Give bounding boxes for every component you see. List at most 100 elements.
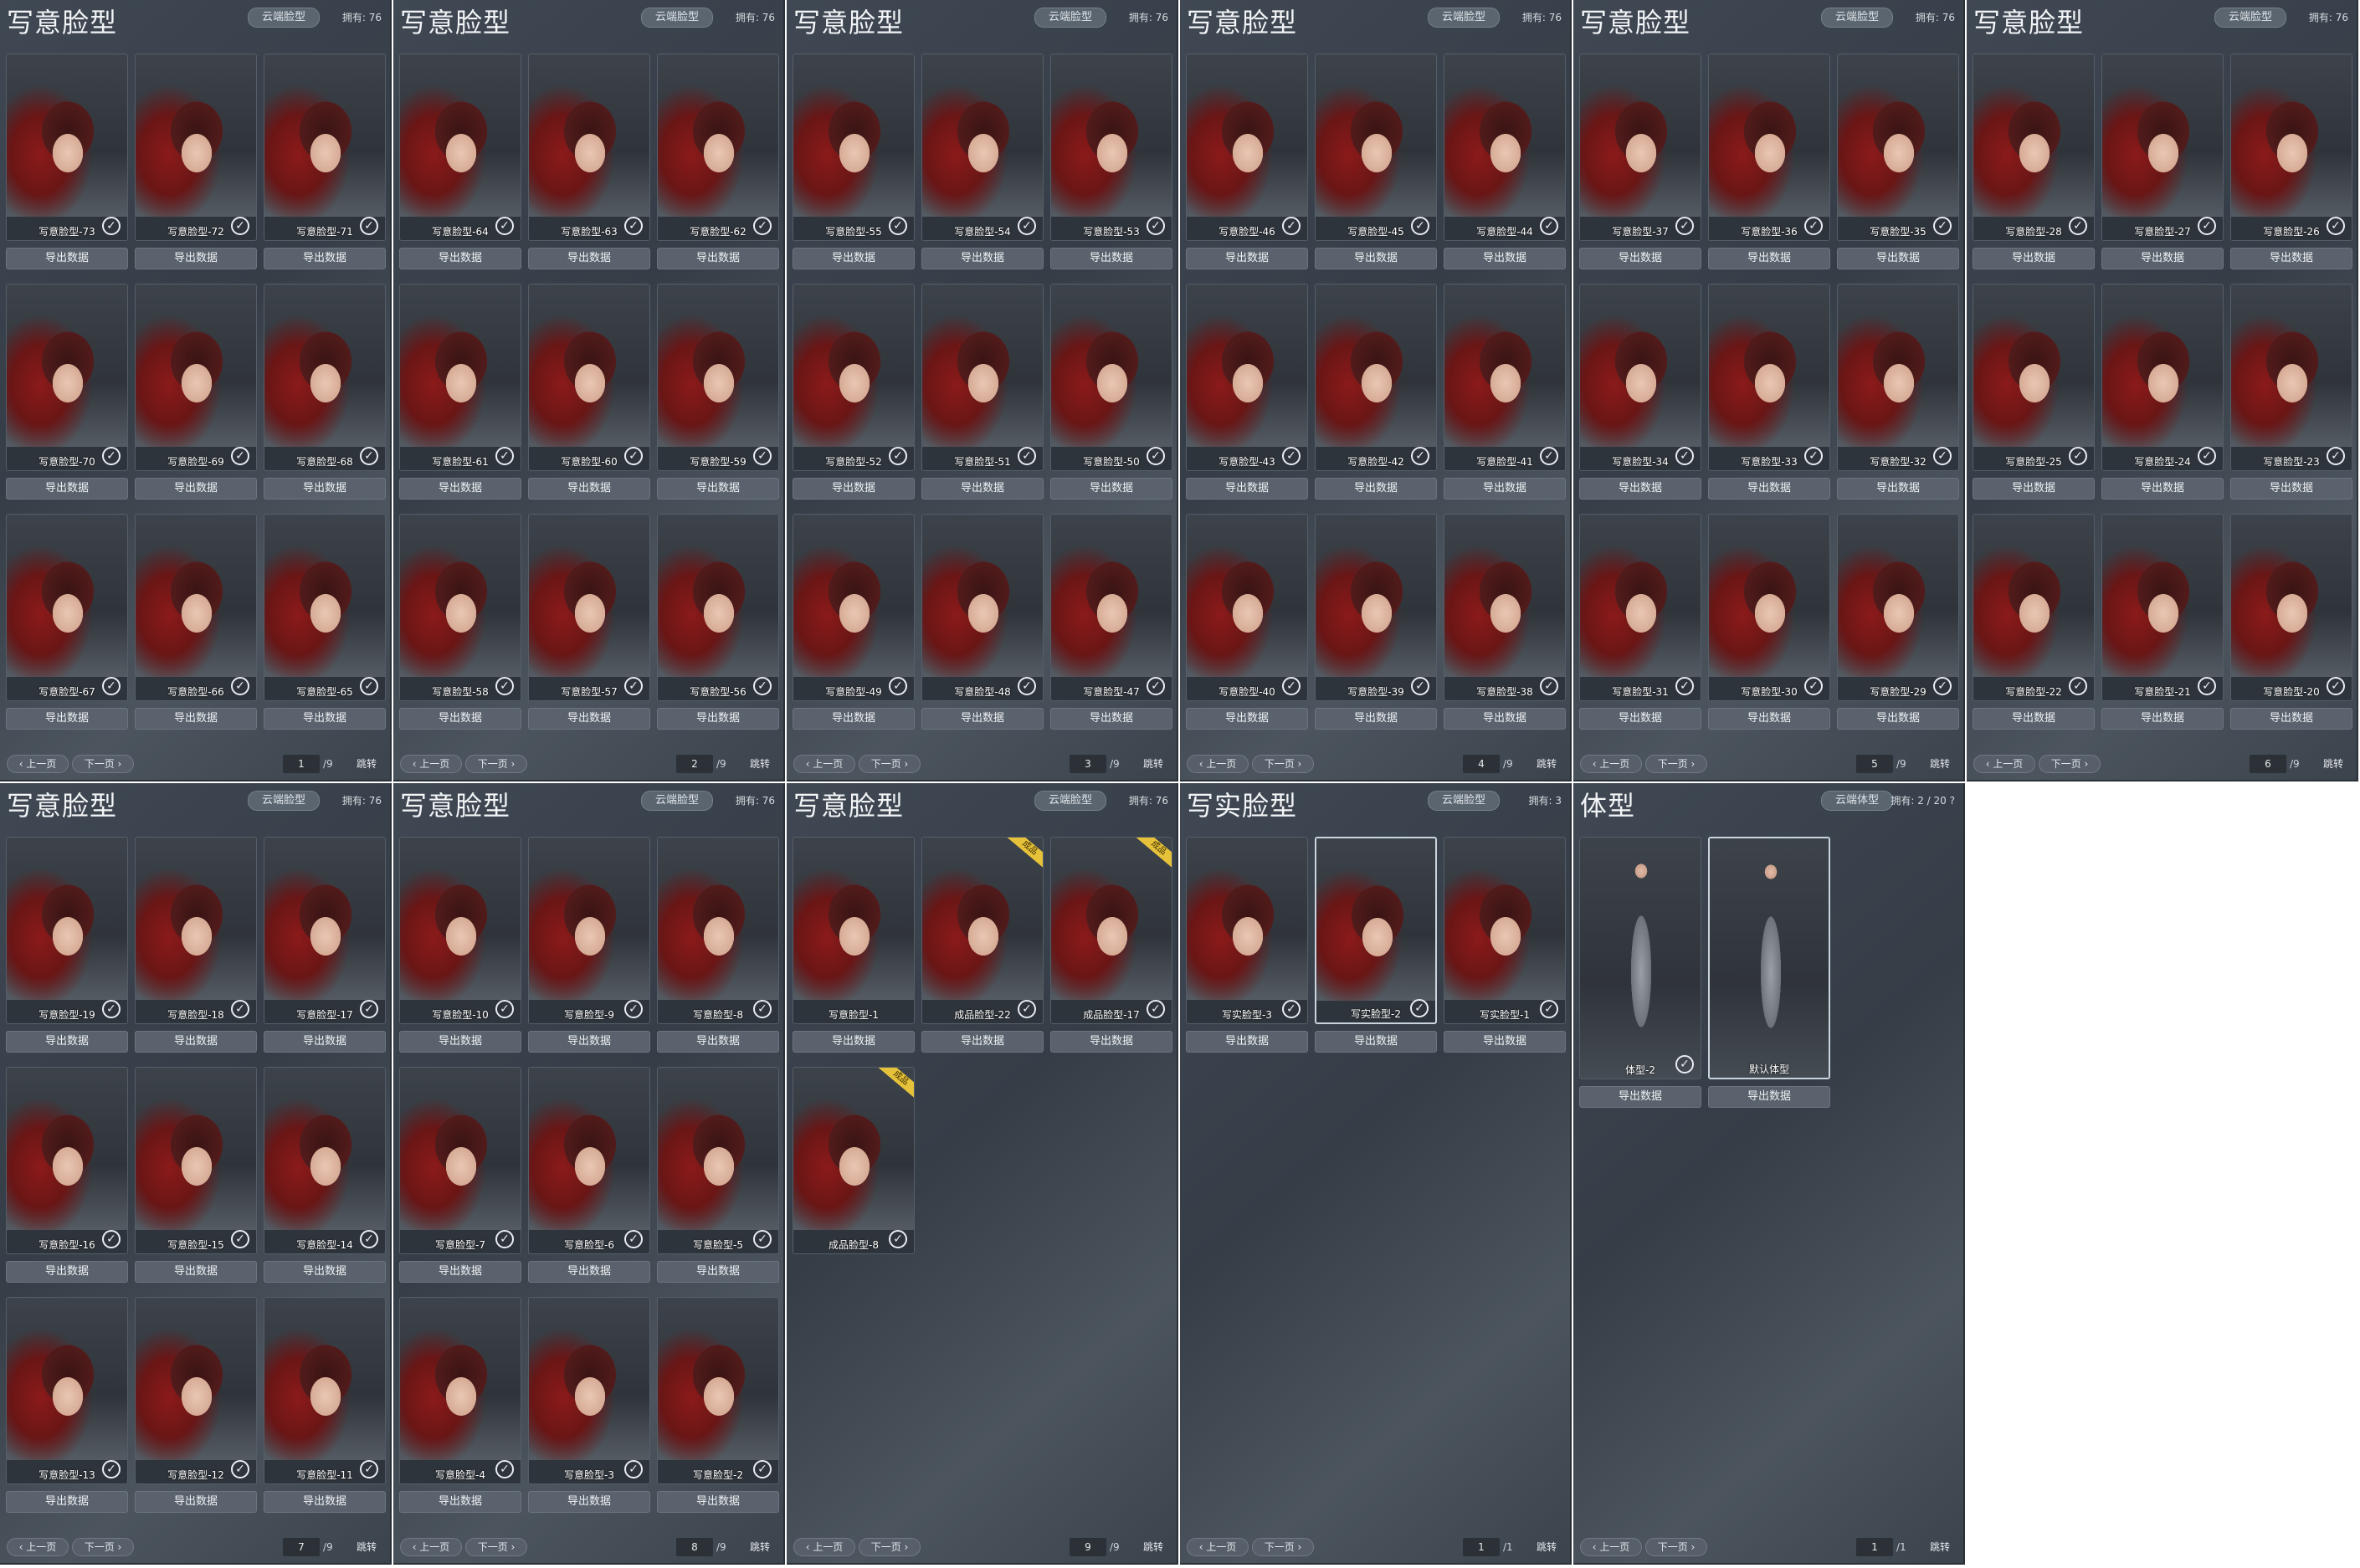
preset-card[interactable]: 成品 成品脸型-8 ✓ bbox=[793, 1067, 915, 1254]
prev-page-button[interactable]: ‹ 上一页 bbox=[400, 755, 462, 773]
preset-card[interactable]: 写意脸型-45 ✓ bbox=[1315, 54, 1437, 241]
page-input[interactable]: 6 bbox=[2250, 755, 2286, 773]
export-button[interactable]: 导出数据 bbox=[1444, 248, 1566, 269]
preset-card[interactable]: 写意脸型-7 ✓ bbox=[399, 1067, 521, 1254]
preset-card[interactable]: 写意脸型-47 ✓ bbox=[1050, 514, 1172, 701]
preset-card[interactable]: 写意脸型-54 ✓ bbox=[921, 54, 1044, 241]
preset-card[interactable]: 写意脸型-40 ✓ bbox=[1186, 514, 1308, 701]
cloud-button[interactable]: 云端脸型 bbox=[2214, 8, 2286, 28]
export-button[interactable]: 导出数据 bbox=[2230, 708, 2352, 730]
preset-card[interactable]: 写意脸型-71 ✓ bbox=[264, 54, 386, 241]
export-button[interactable]: 导出数据 bbox=[264, 1491, 386, 1513]
jump-button[interactable]: 跳转 bbox=[743, 1538, 777, 1556]
prev-page-button[interactable]: ‹ 上一页 bbox=[1580, 1538, 1642, 1556]
prev-page-button[interactable]: ‹ 上一页 bbox=[400, 1538, 462, 1556]
export-button[interactable]: 导出数据 bbox=[1837, 708, 1959, 730]
preset-card[interactable]: 写意脸型-10 ✓ bbox=[399, 837, 521, 1024]
preset-card[interactable]: 写意脸型-61 ✓ bbox=[399, 284, 521, 471]
cloud-button[interactable]: 云端脸型 bbox=[1428, 791, 1500, 811]
preset-card[interactable]: 写实脸型-2 ✓ bbox=[1315, 837, 1437, 1024]
export-button[interactable]: 导出数据 bbox=[657, 1491, 779, 1513]
export-button[interactable]: 导出数据 bbox=[2101, 478, 2224, 500]
export-button[interactable]: 导出数据 bbox=[528, 478, 650, 500]
export-button[interactable]: 导出数据 bbox=[6, 248, 128, 269]
preset-card[interactable]: 写意脸型-41 ✓ bbox=[1444, 284, 1566, 471]
next-page-button[interactable]: 下一页 › bbox=[1645, 755, 1707, 773]
prev-page-button[interactable]: ‹ 上一页 bbox=[1187, 755, 1249, 773]
export-button[interactable]: 导出数据 bbox=[1579, 248, 1701, 269]
page-input[interactable]: 5 bbox=[1856, 755, 1893, 773]
page-input[interactable]: 8 bbox=[676, 1538, 713, 1556]
jump-button[interactable]: 跳转 bbox=[743, 755, 777, 773]
next-page-button[interactable]: 下一页 › bbox=[1252, 1538, 1314, 1556]
preset-card[interactable]: 写意脸型-24 ✓ bbox=[2101, 284, 2224, 471]
preset-card[interactable]: 写意脸型-51 ✓ bbox=[921, 284, 1044, 471]
export-button[interactable]: 导出数据 bbox=[6, 478, 128, 500]
jump-button[interactable]: 跳转 bbox=[1136, 755, 1170, 773]
export-button[interactable]: 导出数据 bbox=[657, 1261, 779, 1283]
export-button[interactable]: 导出数据 bbox=[399, 1491, 521, 1513]
cloud-button[interactable]: 云端脸型 bbox=[1821, 8, 1893, 28]
prev-page-button[interactable]: ‹ 上一页 bbox=[793, 1538, 855, 1556]
export-button[interactable]: 导出数据 bbox=[264, 248, 386, 269]
preset-card[interactable]: 写意脸型-18 ✓ bbox=[135, 837, 257, 1024]
next-page-button[interactable]: 下一页 › bbox=[2039, 755, 2101, 773]
preset-card[interactable]: 写意脸型-53 ✓ bbox=[1050, 54, 1172, 241]
export-button[interactable]: 导出数据 bbox=[1708, 1086, 1830, 1108]
preset-card[interactable]: 写意脸型-15 ✓ bbox=[135, 1067, 257, 1254]
page-input[interactable]: 1 bbox=[1463, 1538, 1500, 1556]
export-button[interactable]: 导出数据 bbox=[2230, 478, 2352, 500]
preset-card[interactable]: 写意脸型-22 ✓ bbox=[1973, 514, 2095, 701]
export-button[interactable]: 导出数据 bbox=[1315, 708, 1437, 730]
preset-card[interactable]: 写意脸型-72 ✓ bbox=[135, 54, 257, 241]
export-button[interactable]: 导出数据 bbox=[793, 708, 915, 730]
preset-card[interactable]: 写意脸型-12 ✓ bbox=[135, 1297, 257, 1484]
preset-card[interactable]: 写意脸型-37 ✓ bbox=[1579, 54, 1701, 241]
export-button[interactable]: 导出数据 bbox=[399, 248, 521, 269]
export-button[interactable]: 导出数据 bbox=[135, 1491, 257, 1513]
prev-page-button[interactable]: ‹ 上一页 bbox=[7, 755, 69, 773]
export-button[interactable]: 导出数据 bbox=[528, 248, 650, 269]
jump-button[interactable]: 跳转 bbox=[1923, 1538, 1957, 1556]
export-button[interactable]: 导出数据 bbox=[1973, 708, 2095, 730]
preset-card[interactable]: 写意脸型-6 ✓ bbox=[528, 1067, 650, 1254]
export-button[interactable]: 导出数据 bbox=[921, 708, 1044, 730]
export-button[interactable]: 导出数据 bbox=[657, 248, 779, 269]
preset-card[interactable]: 写意脸型-1 bbox=[793, 837, 915, 1024]
export-button[interactable]: 导出数据 bbox=[657, 1031, 779, 1053]
preset-card[interactable]: 写意脸型-4 ✓ bbox=[399, 1297, 521, 1484]
cloud-button[interactable]: 云端脸型 bbox=[641, 8, 713, 28]
export-button[interactable]: 导出数据 bbox=[6, 1031, 128, 1053]
export-button[interactable]: 导出数据 bbox=[657, 708, 779, 730]
preset-card[interactable]: 写意脸型-23 ✓ bbox=[2230, 284, 2352, 471]
export-button[interactable]: 导出数据 bbox=[2101, 708, 2224, 730]
preset-card[interactable]: 写意脸型-57 ✓ bbox=[528, 514, 650, 701]
export-button[interactable]: 导出数据 bbox=[1973, 248, 2095, 269]
preset-card[interactable]: 写意脸型-49 ✓ bbox=[793, 514, 915, 701]
export-button[interactable]: 导出数据 bbox=[1444, 478, 1566, 500]
export-button[interactable]: 导出数据 bbox=[1837, 478, 1959, 500]
cloud-button[interactable]: 云端脸型 bbox=[1428, 8, 1500, 28]
preset-card[interactable]: 写意脸型-56 ✓ bbox=[657, 514, 779, 701]
preset-card[interactable]: 写意脸型-43 ✓ bbox=[1186, 284, 1308, 471]
page-input[interactable]: 9 bbox=[1070, 1538, 1106, 1556]
preset-card[interactable]: 写意脸型-48 ✓ bbox=[921, 514, 1044, 701]
preset-card[interactable]: 写意脸型-64 ✓ bbox=[399, 54, 521, 241]
export-button[interactable]: 导出数据 bbox=[1579, 478, 1701, 500]
preset-card[interactable]: 写意脸型-67 ✓ bbox=[6, 514, 128, 701]
preset-card[interactable]: 写实脸型-3 ✓ bbox=[1186, 837, 1308, 1024]
export-button[interactable]: 导出数据 bbox=[1050, 478, 1172, 500]
jump-button[interactable]: 跳转 bbox=[1136, 1538, 1170, 1556]
preset-card[interactable]: 写意脸型-8 ✓ bbox=[657, 837, 779, 1024]
preset-card[interactable]: 写意脸型-28 ✓ bbox=[1973, 54, 2095, 241]
export-button[interactable]: 导出数据 bbox=[2230, 248, 2352, 269]
preset-card[interactable]: 写意脸型-73 ✓ bbox=[6, 54, 128, 241]
export-button[interactable]: 导出数据 bbox=[1973, 478, 2095, 500]
preset-card[interactable]: 写意脸型-19 ✓ bbox=[6, 837, 128, 1024]
export-button[interactable]: 导出数据 bbox=[1050, 248, 1172, 269]
cloud-button[interactable]: 云端脸型 bbox=[641, 791, 713, 811]
preset-card[interactable]: 写实脸型-1 ✓ bbox=[1444, 837, 1566, 1024]
page-input[interactable]: 7 bbox=[283, 1538, 320, 1556]
preset-card[interactable]: 写意脸型-11 ✓ bbox=[264, 1297, 386, 1484]
export-button[interactable]: 导出数据 bbox=[1186, 1031, 1308, 1053]
